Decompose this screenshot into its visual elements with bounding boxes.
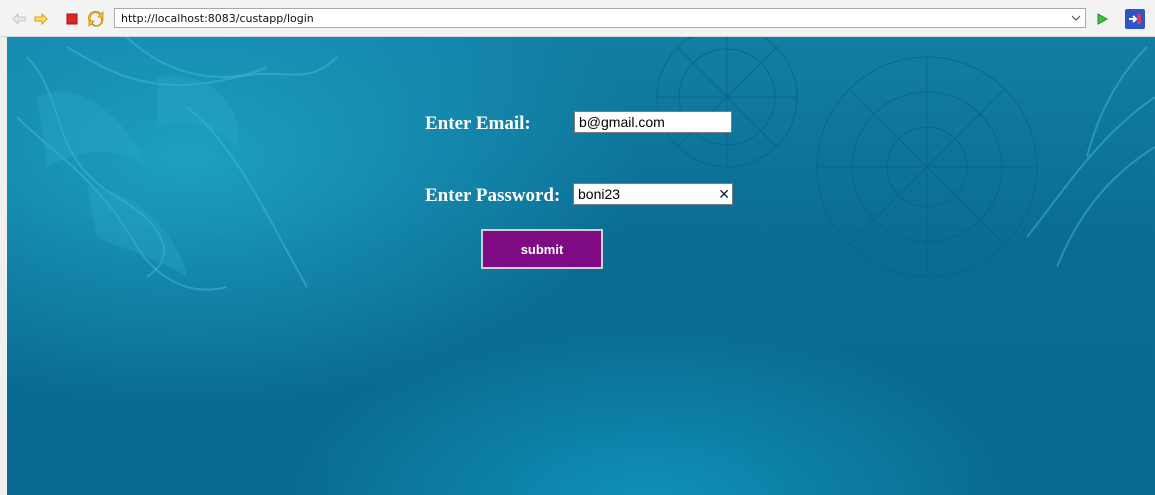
password-field[interactable]: ✕ bbox=[573, 183, 733, 205]
forward-arrow-icon[interactable] bbox=[33, 11, 49, 27]
password-label: Enter Password: bbox=[425, 185, 561, 206]
refresh-icon[interactable] bbox=[88, 11, 104, 27]
stop-icon[interactable] bbox=[64, 11, 80, 27]
browser-toolbar: http://localhost:8083/custapp/login bbox=[0, 0, 1155, 37]
email-input[interactable] bbox=[575, 113, 731, 131]
dropdown-chevron-icon[interactable] bbox=[1066, 9, 1085, 27]
url-text[interactable]: http://localhost:8083/custapp/login bbox=[115, 12, 1066, 25]
back-arrow-icon[interactable] bbox=[11, 11, 27, 27]
login-page: Enter Email: Enter Password: ✕ submit bbox=[7, 37, 1155, 495]
email-field[interactable] bbox=[574, 111, 732, 133]
clear-icon[interactable]: ✕ bbox=[716, 185, 732, 203]
address-bar[interactable]: http://localhost:8083/custapp/login bbox=[114, 8, 1086, 28]
go-play-icon[interactable] bbox=[1094, 11, 1110, 27]
email-label: Enter Email: bbox=[425, 113, 531, 134]
password-input[interactable] bbox=[574, 185, 717, 203]
open-external-icon[interactable] bbox=[1125, 9, 1145, 29]
submit-button[interactable]: submit bbox=[481, 229, 603, 269]
